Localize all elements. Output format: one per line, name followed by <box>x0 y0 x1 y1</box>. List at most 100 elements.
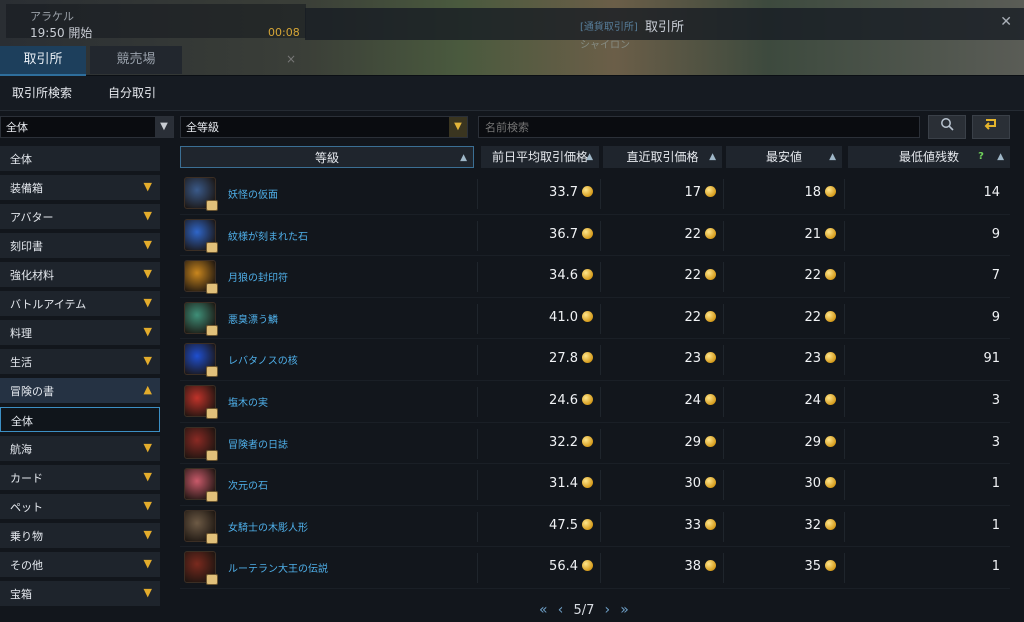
lowest-count-value: 91 <box>983 351 1000 367</box>
sidebar-item[interactable]: 生活 ▼ <box>0 349 160 374</box>
sidebar-item[interactable]: バトルアイテム ▼ <box>0 291 160 316</box>
search-button[interactable] <box>928 115 966 139</box>
lowest-price-value: 18 <box>804 185 821 200</box>
item-name[interactable]: ルーテラン大王の伝説 <box>228 560 328 575</box>
sidebar-item[interactable]: その他 ▼ <box>0 552 160 577</box>
column-header-recent[interactable]: 直近取引価格 ▲ <box>603 146 722 168</box>
lowest-count-value-cell: 14 <box>983 185 1000 200</box>
subtab-search[interactable]: 取引所検索 <box>12 84 72 101</box>
item-icon <box>184 426 218 461</box>
chevron-down-icon: ▼ <box>143 470 152 483</box>
column-divider <box>723 179 724 209</box>
bound-lock-icon <box>206 366 218 378</box>
prev-avg-value-cell: 41.0 <box>549 310 593 325</box>
last-page-icon[interactable]: » <box>620 602 629 618</box>
bound-lock-icon <box>206 491 218 503</box>
sidebar-item[interactable]: 料理 ▼ <box>0 320 160 345</box>
item-name[interactable]: 女騎士の木彫人形 <box>228 519 308 534</box>
category-select[interactable]: 全体 ▼ <box>0 116 174 138</box>
lowest-count-value: 9 <box>991 309 1000 325</box>
recent-price-value: 38 <box>684 559 701 575</box>
sidebar-item[interactable]: アバター ▼ <box>0 204 160 229</box>
gold-coin-icon <box>825 186 836 197</box>
column-divider <box>600 470 601 501</box>
lowest-price-value-cell: 35 <box>804 559 836 574</box>
prev-avg-value-cell: 27.8 <box>549 351 593 366</box>
sidebar-item-label: 刻印書 <box>10 240 43 253</box>
item-icon <box>184 218 218 253</box>
item-name[interactable]: 悪臭漂う鱗 <box>228 311 278 326</box>
recent-price-value: 22 <box>684 268 701 284</box>
search-input[interactable] <box>478 116 920 138</box>
column-divider <box>477 303 478 334</box>
item-icon <box>184 177 218 211</box>
prev-avg-value: 36.7 <box>549 226 578 242</box>
help-icon[interactable]: ? <box>974 150 988 164</box>
sort-asc-icon: ▲ <box>709 152 716 162</box>
prev-avg-value: 34.6 <box>549 268 578 284</box>
table-row[interactable]: 次元の石 31.4 30 30 1 <box>180 464 1010 505</box>
sidebar-item[interactable]: 乗り物 ▼ <box>0 523 160 548</box>
column-header-prev-avg[interactable]: 前日平均取引価格 ▲ <box>481 146 599 168</box>
table-row[interactable]: 紋様が刻まれた石 36.7 22 21 9 <box>180 215 1010 256</box>
sub-tabs: 取引所検索 自分取引 <box>0 76 1024 111</box>
lowest-count-value: 7 <box>991 268 1000 284</box>
table-row[interactable]: 女騎士の木彫人形 47.5 33 32 1 <box>180 506 1010 547</box>
sort-asc-icon: ▲ <box>997 152 1004 162</box>
tab-auction[interactable]: 競売場 <box>90 46 182 74</box>
sidebar-item[interactable]: 冒険の書 ▲ <box>0 378 160 403</box>
gold-coin-icon <box>582 394 593 405</box>
recent-price-value: 29 <box>684 434 701 450</box>
item-name[interactable]: 次元の石 <box>228 477 268 492</box>
sidebar-item[interactable]: 強化材料 ▼ <box>0 262 160 287</box>
lowest-count-value: 14 <box>983 185 1000 200</box>
recent-price-value-cell: 22 <box>684 268 716 283</box>
bound-lock-icon <box>206 532 218 544</box>
prev-avg-value-cell: 24.6 <box>549 393 593 408</box>
sidebar-item[interactable]: 装備箱 ▼ <box>0 175 160 200</box>
tab-exchange[interactable]: 取引所 <box>0 46 86 76</box>
item-name[interactable]: 月狼の封印符 <box>228 269 288 284</box>
column-divider <box>723 387 724 417</box>
item-name[interactable]: 妖怪の仮面 <box>228 186 278 201</box>
sidebar-item[interactable]: 刻印書 ▼ <box>0 233 160 258</box>
lowest-count-value-cell: 91 <box>983 351 1000 366</box>
prev-avg-value: 31.4 <box>549 476 578 492</box>
grade-select[interactable]: 全等級 ▼ <box>180 116 468 138</box>
sidebar-subitem[interactable]: 全体 <box>0 407 160 432</box>
column-header-lowest-label: 最安値 <box>765 150 802 164</box>
item-name[interactable]: 紋様が刻まれた石 <box>228 228 308 243</box>
column-header-grade[interactable]: 等級 ▲ <box>180 146 474 168</box>
table-row[interactable]: 悪臭漂う鱗 41.0 22 22 9 <box>180 298 1010 339</box>
first-page-icon[interactable]: « <box>539 602 548 618</box>
item-name[interactable]: 塩木の実 <box>228 394 268 409</box>
table-row[interactable]: ルーテラン大王の伝説 56.4 38 35 1 <box>180 547 1010 588</box>
lowest-price-value-cell: 22 <box>804 310 836 325</box>
sidebar-item[interactable]: ペット ▼ <box>0 494 160 519</box>
table-row[interactable]: 月狼の封印符 34.6 22 22 7 <box>180 256 1010 297</box>
sidebar-item[interactable]: 宝箱 ▼ <box>0 581 160 606</box>
column-header-lowest[interactable]: 最安値 ▲ <box>726 146 842 168</box>
sidebar-item[interactable]: カード ▼ <box>0 465 160 490</box>
lowest-price-value: 22 <box>804 268 821 284</box>
next-page-icon[interactable]: › <box>605 602 611 618</box>
lowest-price-value-cell: 23 <box>804 351 836 366</box>
sidebar-item[interactable]: 航海 ▼ <box>0 436 160 461</box>
column-divider <box>844 511 845 542</box>
prev-page-icon[interactable]: ‹ <box>558 602 564 618</box>
subtab-my-trades[interactable]: 自分取引 <box>108 84 156 101</box>
item-name[interactable]: 冒険者の日誌 <box>228 436 288 451</box>
table-row[interactable]: レバタノスの核 27.8 23 23 91 <box>180 339 1010 380</box>
lowest-count-value: 1 <box>991 517 1000 533</box>
gold-coin-icon <box>582 186 593 197</box>
item-name[interactable]: レバタノスの核 <box>228 352 298 367</box>
table-row[interactable]: 冒険者の日誌 32.2 29 29 3 <box>180 423 1010 464</box>
column-header-lowest-count[interactable]: 最低値残数 ? ▲ <box>848 146 1010 168</box>
item-icon <box>184 260 218 295</box>
table-row[interactable]: 塩木の実 24.6 24 24 3 <box>180 381 1010 422</box>
sidebar-item[interactable]: 全体 <box>0 146 160 171</box>
close-icon[interactable]: ✕ <box>1000 14 1012 30</box>
prev-avg-value-cell: 47.5 <box>549 518 593 533</box>
reset-button[interactable] <box>972 115 1010 139</box>
table-row[interactable]: 妖怪の仮面 33.7 17 18 14 <box>180 173 1010 214</box>
